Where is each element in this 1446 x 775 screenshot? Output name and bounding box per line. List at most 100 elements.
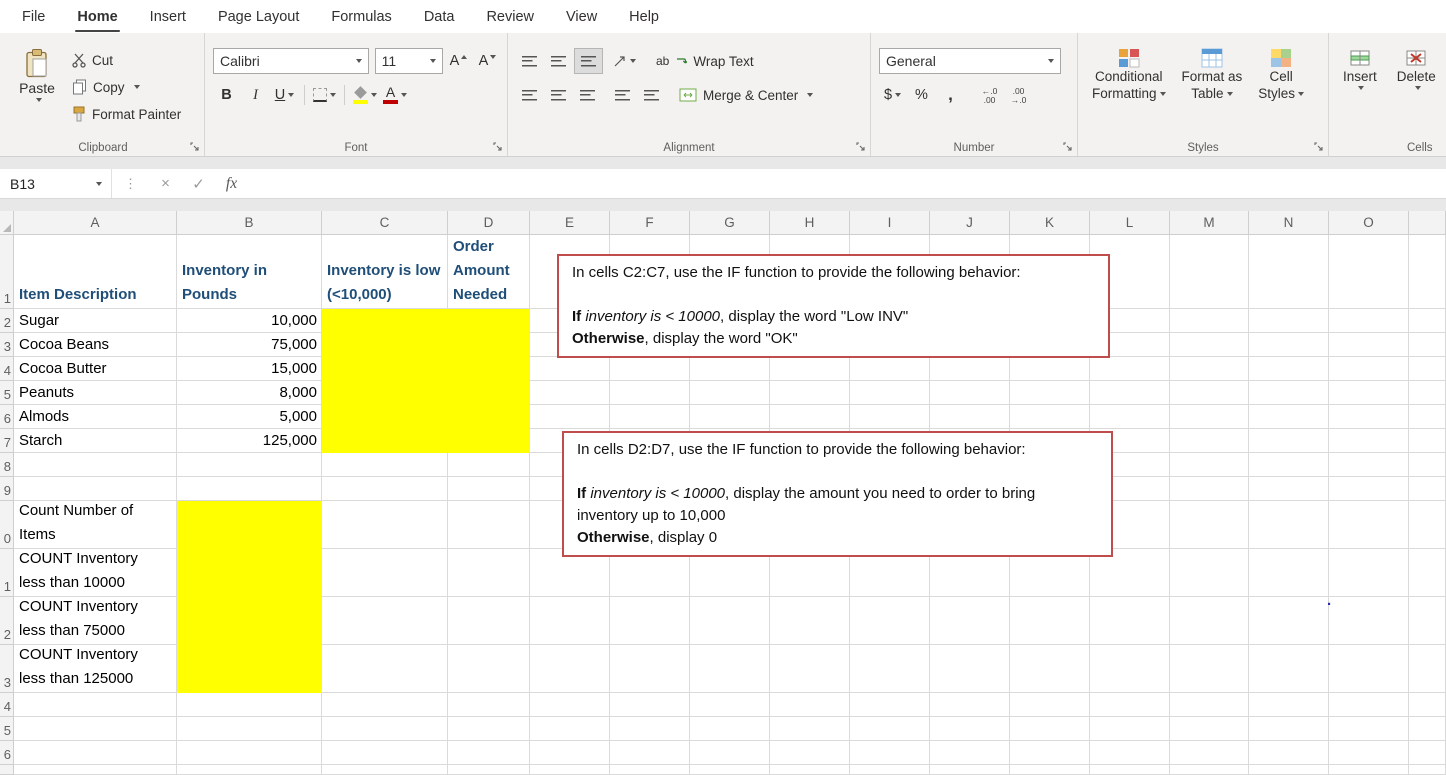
grid-cell[interactable] (690, 741, 770, 765)
cell-a1[interactable]: Item Description (14, 235, 177, 309)
cell-a10[interactable]: Count Number of Items (14, 501, 177, 549)
styles-dialog-launcher-icon[interactable] (1314, 142, 1324, 152)
grid-cell[interactable] (1010, 741, 1090, 765)
grid-cell[interactable] (690, 405, 770, 429)
cell-b2[interactable]: 10,000 (177, 309, 322, 333)
grid-cell[interactable] (530, 381, 610, 405)
grid-cell[interactable] (850, 645, 930, 693)
grid-cell[interactable] (1170, 453, 1249, 477)
font-size-select[interactable]: 11 (374, 48, 443, 74)
grid-cell[interactable] (1249, 645, 1329, 693)
grid-cell[interactable] (1249, 717, 1329, 741)
grid-cell[interactable] (850, 741, 930, 765)
grid-cell[interactable] (530, 717, 610, 741)
underline-button[interactable]: U (271, 83, 298, 107)
delete-cells-button[interactable]: Delete (1391, 48, 1442, 90)
merge-center-button[interactable]: Merge & Center (679, 84, 814, 106)
paste-button[interactable]: Paste (10, 48, 64, 102)
grid-cell[interactable] (690, 717, 770, 741)
grid-cell[interactable] (690, 381, 770, 405)
grid-cell[interactable] (770, 741, 850, 765)
highlight-range-b10-b13[interactable] (177, 501, 322, 693)
align-left-button[interactable] (516, 83, 543, 107)
decrease-font-size-button[interactable]: A (474, 49, 501, 73)
column-header-H[interactable]: H (770, 211, 850, 235)
grid-cell[interactable] (1329, 333, 1409, 357)
row-header-11[interactable]: 1 (0, 549, 14, 597)
grid-cell[interactable] (1409, 693, 1446, 717)
row-header-8[interactable]: 8 (0, 453, 14, 477)
row-header-7[interactable]: 7 (0, 429, 14, 453)
cell-a2[interactable]: Sugar (14, 309, 177, 333)
grid-cell[interactable] (1409, 597, 1446, 645)
grid-cell[interactable] (930, 741, 1010, 765)
grid-cell[interactable] (1409, 429, 1446, 453)
grid-cell[interactable] (770, 405, 850, 429)
grid-cell[interactable] (930, 405, 1010, 429)
percent-style-button[interactable]: % (908, 83, 935, 107)
insert-cells-button[interactable]: Insert (1337, 48, 1383, 90)
grid-cell[interactable] (1170, 693, 1249, 717)
cell-c1[interactable]: Inventory is low (<10,000) (322, 235, 448, 309)
grid-cell[interactable] (14, 717, 177, 741)
grid-cell[interactable] (1010, 381, 1090, 405)
bottom-align-button[interactable] (574, 48, 603, 74)
grid-cell[interactable] (610, 405, 690, 429)
grid-cell[interactable] (610, 741, 690, 765)
grid-cell[interactable] (1409, 645, 1446, 693)
grid-cell[interactable] (770, 645, 850, 693)
grid-cell[interactable] (322, 549, 448, 597)
column-header-N[interactable]: N (1249, 211, 1329, 235)
grid-cell[interactable] (770, 597, 850, 645)
grid-cell[interactable] (1409, 477, 1446, 501)
cell-b7[interactable]: 125,000 (177, 429, 322, 453)
menu-tab-help[interactable]: Help (613, 0, 675, 33)
grid-cell[interactable] (14, 741, 177, 765)
grid-cell[interactable] (1170, 333, 1249, 357)
copy-button[interactable]: Copy (72, 76, 181, 98)
grid-cell[interactable] (322, 501, 448, 549)
grid-cell[interactable] (1249, 429, 1329, 453)
column-header-J[interactable]: J (930, 211, 1010, 235)
column-header-G[interactable]: G (690, 211, 770, 235)
cell-b6[interactable]: 5,000 (177, 405, 322, 429)
grid-cell[interactable] (1329, 741, 1409, 765)
enter-icon[interactable]: ✓ (182, 175, 215, 193)
grid-cell[interactable] (770, 357, 850, 381)
grid-cell[interactable] (1329, 429, 1409, 453)
grid-cell[interactable] (1090, 693, 1170, 717)
grid-cell[interactable] (1090, 645, 1170, 693)
grid-cell[interactable] (1090, 381, 1170, 405)
grid-cell[interactable] (1329, 597, 1409, 645)
align-center-button[interactable] (545, 83, 572, 107)
column-header-I[interactable]: I (850, 211, 930, 235)
conditional-formatting-button[interactable]: Conditional Formatting (1086, 48, 1172, 102)
grid-cell[interactable] (14, 453, 177, 477)
grid-cell[interactable] (530, 693, 610, 717)
grid-cell[interactable] (1170, 429, 1249, 453)
grid-cell[interactable] (1090, 717, 1170, 741)
cell-b5[interactable]: 8,000 (177, 381, 322, 405)
cell-a13[interactable]: COUNT Inventory less than 125000 (14, 645, 177, 693)
grid-cell[interactable] (1170, 597, 1249, 645)
grid-cell[interactable] (1010, 405, 1090, 429)
grid-cell[interactable] (1409, 741, 1446, 765)
grid-cell[interactable] (1409, 405, 1446, 429)
grid-cell[interactable] (930, 645, 1010, 693)
column-header-L[interactable]: L (1090, 211, 1170, 235)
grid-cell[interactable] (1329, 357, 1409, 381)
grid-cell[interactable] (322, 597, 448, 645)
grid-cell[interactable] (1170, 717, 1249, 741)
align-right-button[interactable] (574, 83, 601, 107)
grid-cell[interactable] (448, 597, 530, 645)
cell-b1[interactable]: Inventory in Pounds (177, 235, 322, 309)
grid-cell[interactable] (322, 741, 448, 765)
row-header-2[interactable]: 2 (0, 309, 14, 333)
grid-cell[interactable] (1409, 333, 1446, 357)
grid-cell[interactable] (1249, 357, 1329, 381)
grid-cell[interactable] (1329, 235, 1409, 309)
cancel-icon[interactable]: × (149, 175, 182, 192)
menu-tab-data[interactable]: Data (408, 0, 471, 33)
grid-cell[interactable] (1170, 549, 1249, 597)
menu-tab-page-layout[interactable]: Page Layout (202, 0, 315, 33)
